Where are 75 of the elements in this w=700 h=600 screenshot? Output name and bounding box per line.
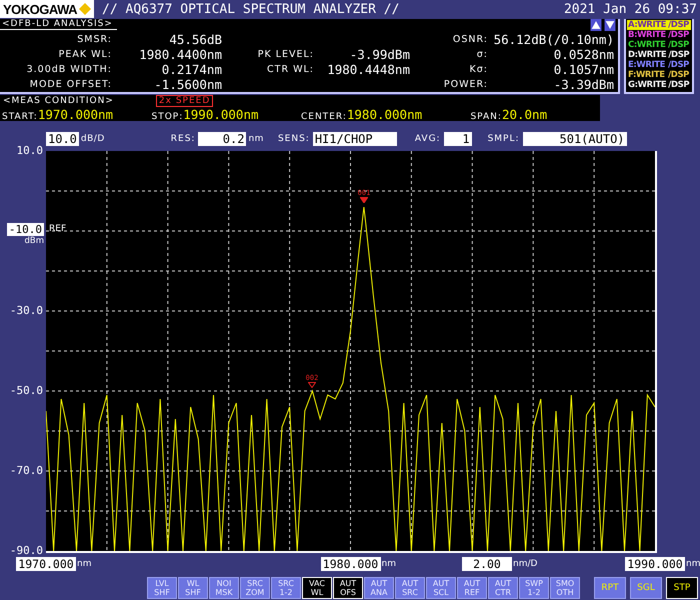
- axis-value-field[interactable]: 1970.000: [16, 557, 76, 571]
- result-value: -3.39dBm: [552, 77, 614, 92]
- unit-label: nm: [248, 134, 264, 144]
- axis-value-field[interactable]: 1990.000: [625, 557, 685, 571]
- axis-label: -30.0: [10, 305, 43, 317]
- condition-label: CENTER:: [300, 112, 347, 122]
- setting-field[interactable]: HI1/CHOP: [312, 132, 397, 146]
- logo: YOKOGAWA: [0, 0, 94, 18]
- unit-label: nm: [686, 559, 700, 569]
- result-label: POWER:: [442, 78, 489, 92]
- result-value: 1980.4400nm: [138, 47, 222, 62]
- result-label: SMSR:: [76, 33, 113, 47]
- result-label: OSNR:: [452, 33, 489, 47]
- trace-item[interactable]: E:WRITE /DSP: [627, 60, 691, 70]
- result-value: 56.12dB(/0.10nm): [492, 32, 614, 47]
- speed-badge: 2x SPEED: [156, 95, 214, 107]
- result-label: MODE OFFSET:: [28, 78, 113, 92]
- setting-label: SMPL:: [488, 134, 520, 144]
- setting-field[interactable]: 0.2: [198, 132, 246, 146]
- result-value: -1.5600nm: [153, 77, 222, 92]
- setting-label: AVG:: [414, 134, 441, 144]
- unit-label: nm/D: [513, 559, 538, 569]
- marker-triangle-icon: [360, 197, 368, 203]
- axis-label: 10.0: [16, 145, 43, 157]
- marker-triangle-icon: [308, 382, 316, 388]
- axis-label: -50.0: [10, 385, 43, 397]
- result-label: PEAK WL:: [58, 48, 113, 62]
- reference-label: REF: [49, 224, 66, 235]
- result-label: 3.00dB WIDTH:: [26, 63, 113, 77]
- result-value: 0.0528nm: [552, 47, 614, 62]
- condition-label: STOP:: [151, 112, 184, 122]
- result-value: 45.56dB: [168, 32, 222, 47]
- condition-value: 20.0nm: [502, 107, 548, 122]
- axis-label: -90.0: [10, 545, 43, 557]
- trace-item[interactable]: B:WRITE /DSP: [627, 30, 691, 40]
- unit-label: dBm: [24, 236, 44, 246]
- setting-label: RES:: [170, 134, 196, 144]
- setting-field[interactable]: 501(AUTO): [522, 132, 627, 146]
- trace-item[interactable]: D:WRITE /DSP: [627, 50, 691, 60]
- trace-item[interactable]: C:WRITE /DSP: [627, 40, 691, 50]
- scroll-up-icon[interactable]: [590, 19, 602, 31]
- result-label: Kσ:: [468, 63, 489, 77]
- setting-field[interactable]: 10.0: [46, 132, 79, 146]
- trace-item[interactable]: F:WRITE /DSP: [627, 70, 691, 80]
- analysis-heading: <DFB-LD ANALYSIS>: [0, 19, 117, 30]
- result-value: 0.1057nm: [552, 62, 614, 77]
- axis-value-field[interactable]: 2.00: [462, 557, 512, 571]
- softkey-button[interactable]: VAC WL: [302, 577, 332, 599]
- result-value: -3.99dBm: [348, 47, 410, 62]
- unit-label: dB/D: [80, 134, 105, 144]
- condition-value: 1980.000nm: [346, 107, 422, 122]
- axis-label: -70.0: [10, 465, 43, 477]
- date-time: 2021 Jan 26 09:37: [564, 2, 697, 16]
- result-value: 1980.4448nm: [326, 62, 410, 77]
- trace-item[interactable]: A:WRITE /DSP: [627, 20, 691, 30]
- setting-field[interactable]: 1: [444, 132, 472, 146]
- result-label: PK LEVEL:: [256, 48, 315, 62]
- unit-label: nm: [382, 559, 396, 569]
- softkey-button[interactable]: AUT OFS: [333, 577, 363, 599]
- softkey-button[interactable]: STP: [666, 577, 698, 599]
- condition-value: 1970.000nm: [38, 107, 114, 122]
- condition-label: START:: [2, 112, 38, 122]
- setting-label: SENS:: [278, 134, 310, 144]
- meas-heading: <MEAS CONDITION>: [2, 96, 114, 106]
- scroll-down-icon[interactable]: [604, 19, 616, 31]
- condition-label: SPAN:: [470, 112, 502, 122]
- result-value: 0.2174nm: [160, 62, 222, 77]
- reference-level-field[interactable]: -10.0: [6, 223, 44, 236]
- unit-label: nm: [77, 559, 92, 569]
- window-title: // AQ6377 OPTICAL SPECTRUM ANALYZER //: [102, 2, 400, 16]
- trace-item[interactable]: G:WRITE /DSP: [627, 80, 691, 90]
- result-label: σ:: [476, 48, 489, 62]
- condition-value: 1990.000nm: [183, 107, 259, 122]
- axis-value-field[interactable]: 1980.000: [320, 557, 380, 571]
- result-label: CTR WL:: [266, 63, 315, 77]
